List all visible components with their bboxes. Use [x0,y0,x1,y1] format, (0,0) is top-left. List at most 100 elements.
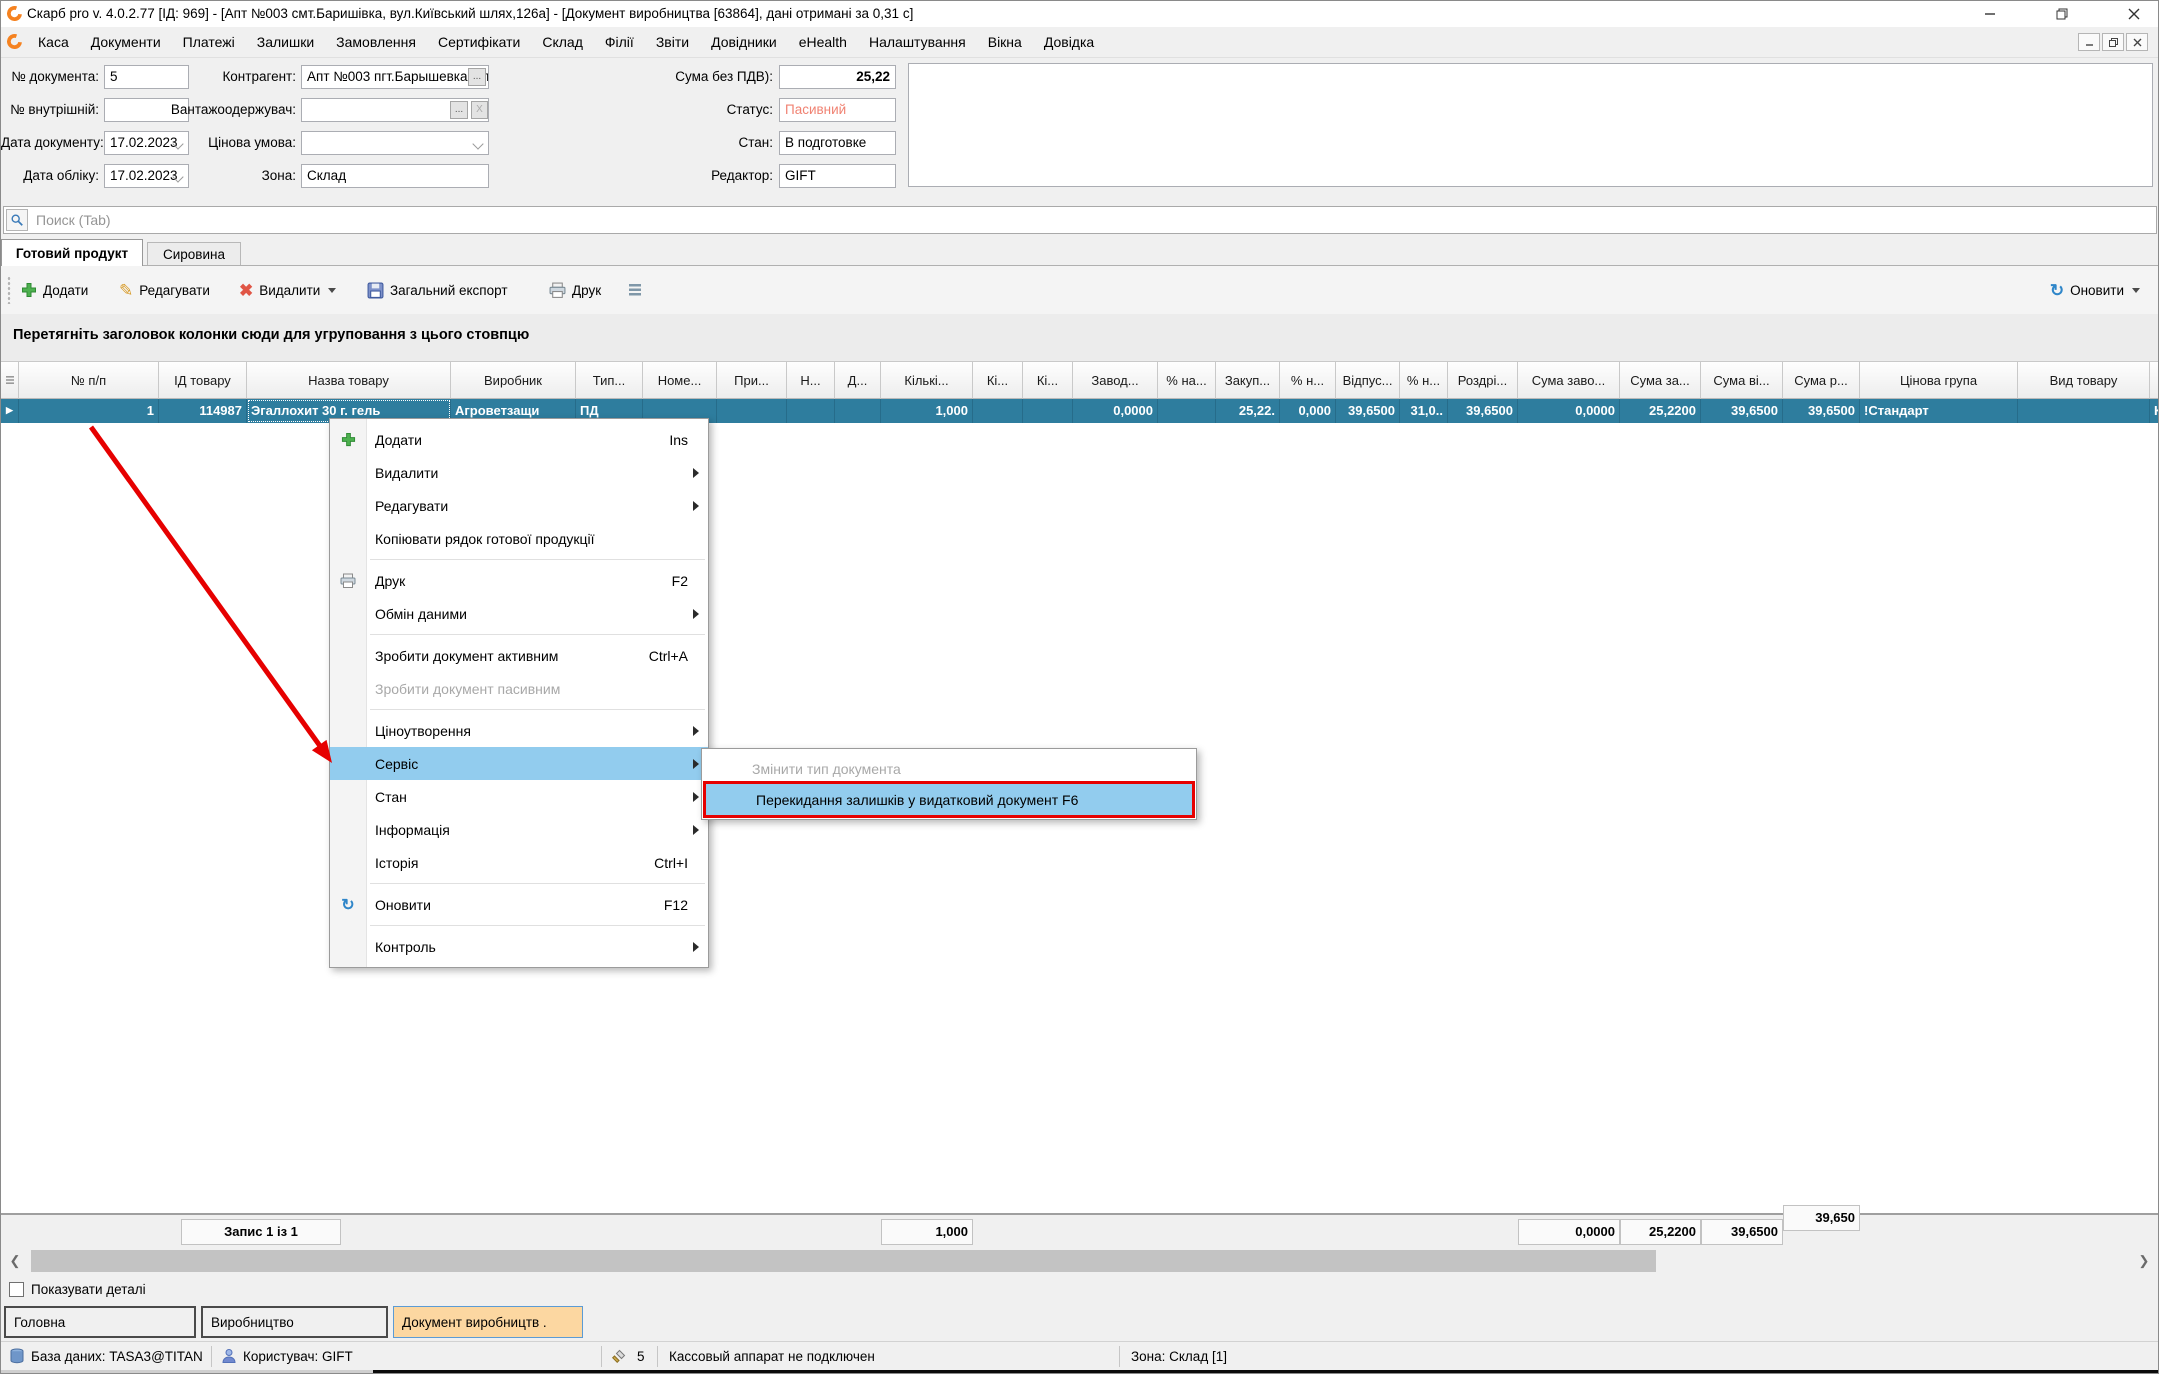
menubar-item-каса[interactable]: Каса [27,27,80,57]
table-header-cell[interactable]: № п/п [19,362,159,399]
zone-field[interactable]: Склад [301,164,489,188]
menubar-item-філії[interactable]: Філії [594,27,645,57]
table-header-cell[interactable]: Тип... [576,362,643,399]
minimize-button[interactable] [1967,1,2013,27]
bottom-tab-main[interactable]: Головна [4,1306,196,1338]
table-cell[interactable]: 25,22. [1216,399,1280,423]
tab-raw-material[interactable]: Сировина [147,242,241,266]
table-cell[interactable] [835,399,881,423]
tab-finished-product[interactable]: Готовий продукт [1,239,143,266]
toolbar-grip-handle[interactable] [7,276,11,304]
column-list-button[interactable] [621,274,649,306]
menubar-item-вікна[interactable]: Вікна [977,27,1033,57]
table-cell[interactable]: !Стандарт [1860,399,2018,423]
table-cell[interactable]: 39,6500 [1448,399,1518,423]
row-indicator-cell[interactable]: ▶ [1,399,19,423]
table-header-cell[interactable]: % н... [1280,362,1336,399]
context-menu-item[interactable]: ІсторіяCtrl+I [330,846,708,879]
contractor-browse-button[interactable]: ... [468,68,486,86]
delete-button[interactable]: ✖ Видалити [233,274,342,306]
menubar-item-замовлення[interactable]: Замовлення [325,27,427,57]
context-menu-item[interactable]: Зробити документ активнимCtrl+A [330,639,708,672]
context-menu-item[interactable]: Видалити [330,456,708,489]
context-menu-item[interactable]: Стан [330,780,708,813]
table-cell[interactable]: К [2150,399,2159,423]
export-button[interactable]: Загальний експорт [361,274,514,306]
group-by-panel[interactable]: Перетягніть заголовок колонки сюди для у… [1,314,2158,361]
table-cell[interactable] [787,399,835,423]
table-cell[interactable]: 1,000 [881,399,973,423]
context-menu-item[interactable]: Обмін даними [330,597,708,630]
menubar-item-ehealth[interactable]: eHealth [788,27,858,57]
context-menu-item[interactable]: Інформація [330,813,708,846]
table-header-cell[interactable]: Цінова група [1860,362,2018,399]
table-header-cell[interactable]: % на... [1158,362,1216,399]
consignee-clear-button[interactable]: X [471,101,488,119]
table-header-cell[interactable]: Сума ві... [1701,362,1783,399]
table-header-cell[interactable]: Сума заво... [1518,362,1620,399]
bottom-tab-production[interactable]: Виробництво [201,1306,388,1338]
table-header-cell[interactable]: Роздрі... [1448,362,1518,399]
table-cell[interactable] [1158,399,1216,423]
add-button[interactable]: Додати [15,274,94,306]
chevron-down-icon[interactable] [472,138,483,149]
table-header-cell[interactable]: Кі... [1023,362,1073,399]
table-cell[interactable]: 25,2200 [1620,399,1701,423]
row-indicator-header[interactable] [1,362,19,399]
context-menu-item[interactable]: Копіювати рядок готової продукції [330,522,708,555]
bottom-tab-production-document[interactable]: Документ виробництв . [393,1306,583,1338]
menubar-item-звіти[interactable]: Звіти [645,27,700,57]
table-header-cell[interactable]: Сума за... [1620,362,1701,399]
context-menu-item[interactable]: ДодатиIns [330,423,708,456]
search-input[interactable]: Поиск (Tab) [3,206,2157,234]
scroll-right-arrow[interactable]: ❯ [2130,1249,2158,1273]
scrollbar-thumb[interactable] [31,1250,1656,1272]
mdi-close-button[interactable] [2126,33,2148,51]
table-cell[interactable]: 39,6500 [1336,399,1400,423]
contractor-field[interactable]: Апт №003 пгт.Барышевка, ул.Киев [301,65,489,89]
menubar-item-склад[interactable]: Склад [531,27,594,57]
context-menu-item[interactable]: Редагувати [330,489,708,522]
context-menu-item[interactable]: ДрукF2 [330,564,708,597]
mdi-minimize-button[interactable] [2078,33,2100,51]
table-header-cell[interactable]: Виробник [451,362,576,399]
table-header-cell[interactable]: ІД товару [159,362,247,399]
table-cell[interactable] [973,399,1023,423]
table-cell[interactable]: 0,0000 [1073,399,1158,423]
table-cell[interactable]: 39,6500 [1701,399,1783,423]
edit-button[interactable]: ✎ Редагувати [113,274,216,306]
table-header-cell[interactable]: Д... [835,362,881,399]
table-cell[interactable]: 114987 [159,399,247,423]
show-details-checkbox[interactable] [9,1282,24,1297]
context-menu-item[interactable]: ↻ОновитиF12 [330,888,708,921]
table-header-cell[interactable]: Кількі... [881,362,973,399]
close-button[interactable] [2111,1,2157,27]
table-cell[interactable]: 39,6500 [1783,399,1860,423]
maximize-button[interactable] [2039,1,2085,27]
menubar-item-довідка[interactable]: Довідка [1033,27,1105,57]
context-menu-item[interactable]: Ціноутворення [330,714,708,747]
context-menu-item[interactable]: Контроль [330,930,708,963]
price-condition-select[interactable] [301,131,489,155]
table-cell[interactable]: 31,0.. [1400,399,1448,423]
scroll-left-arrow[interactable]: ❮ [1,1249,29,1273]
table-cell[interactable]: 1 [19,399,159,423]
menubar-item-налаштування[interactable]: Налаштування [858,27,977,57]
mdi-restore-button[interactable] [2102,33,2124,51]
menubar-item-сертифікати[interactable]: Сертифікати [427,27,531,57]
context-menu-item[interactable]: Сервіс [330,747,708,780]
table-cell[interactable]: 0,000 [1280,399,1336,423]
table-header-cell[interactable]: При... [717,362,787,399]
submenu-item-highlighted-red-box[interactable]: Перекидання залишків у видатковий докуме… [706,784,1192,815]
table-cell[interactable] [717,399,787,423]
menubar-item-платежі[interactable]: Платежі [172,27,246,57]
table-header-cell[interactable]: % н... [1400,362,1448,399]
table-header-cell[interactable]: Відпус... [1336,362,1400,399]
print-button[interactable]: Друк [543,274,607,306]
consignee-browse-button[interactable]: ... [450,101,468,119]
table-cell[interactable]: 0,0000 [1518,399,1620,423]
menubar-item-залишки[interactable]: Залишки [246,27,325,57]
table-header-cell[interactable]: Номе... [643,362,717,399]
table-cell[interactable] [1023,399,1073,423]
table-cell[interactable] [2018,399,2150,423]
